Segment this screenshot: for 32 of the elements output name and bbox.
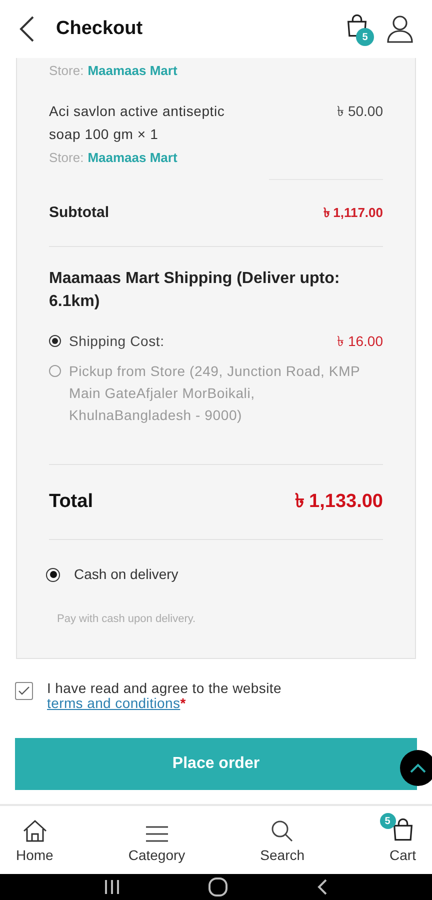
nav-tab[interactable]: Home [16, 813, 54, 866]
terms-link[interactable]: terms and conditions [47, 694, 180, 710]
subtotal-value: ৳ 1,117.00 [324, 204, 383, 222]
recent-apps-icon[interactable] [104, 878, 120, 895]
check-icon [18, 686, 30, 696]
radio-button[interactable] [46, 568, 60, 582]
shipping-price: ৳ 16.00 [337, 332, 383, 351]
chevron-up-icon [410, 762, 426, 772]
cart-badge: 5 [380, 813, 396, 829]
radio-button[interactable] [49, 365, 61, 377]
shipping-option-label[interactable]: Shipping Cost: [69, 330, 338, 352]
product-name: Aci savlon active antiseptic soap 100 gm × 1 [49, 102, 226, 144]
total-value: ৳ 1,133.00 [294, 490, 383, 514]
cart-badge: 5 [356, 28, 374, 46]
store-label: Store: [49, 62, 84, 80]
subtotal-label: Subtotal [49, 202, 109, 223]
account-icon[interactable] [386, 14, 414, 44]
terms-text: I have read and agree to the website terms and conditions* [47, 680, 282, 710]
page-title: Checkout [56, 16, 143, 41]
agree-checkbox[interactable] [15, 682, 33, 700]
home-icon [22, 817, 48, 843]
nav-tab[interactable]: Cart 5 [380, 813, 416, 866]
store-label: Store: [49, 149, 84, 167]
payment-note: Pay with cash upon delivery. [57, 612, 197, 627]
radio-button[interactable] [49, 335, 61, 347]
shipping-title: Maamaas Mart Shipping (Deliver upto: 6.1km) [49, 269, 341, 312]
product-price: ৳ 50.00 [337, 102, 383, 121]
payment-option-label[interactable]: Cash on delivery [74, 564, 178, 585]
nav-tab[interactable]: Category [128, 813, 186, 866]
required-mark: * [180, 694, 186, 710]
total-label: Total [49, 490, 93, 514]
nav-tab[interactable]: Search [260, 813, 305, 866]
